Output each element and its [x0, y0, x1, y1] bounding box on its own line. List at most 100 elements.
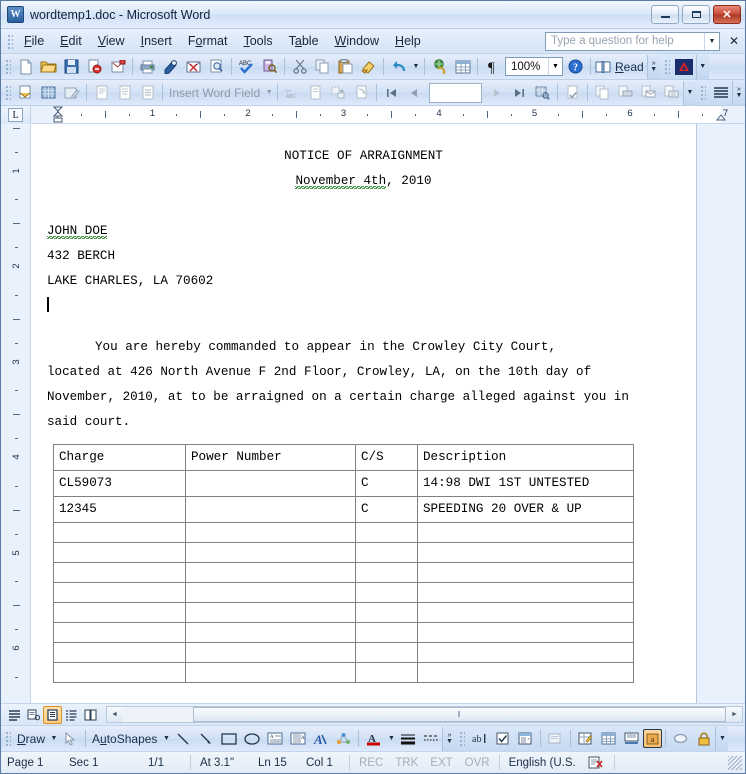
normal-view-icon[interactable] [5, 706, 24, 724]
open-data-source-icon[interactable] [37, 82, 60, 104]
form-field-options-icon[interactable] [544, 728, 567, 750]
table-row[interactable] [53, 542, 634, 563]
spelling-status-icon[interactable] [582, 755, 611, 770]
print-preview-icon[interactable] [159, 56, 182, 78]
horizontal-scrollbar[interactable]: ◄ ‖ ► [106, 706, 743, 723]
close-button[interactable]: ✕ [713, 5, 741, 24]
table-cell[interactable]: 14:98 DWI 1ST UNTESTED [417, 470, 634, 497]
draw-table-icon[interactable] [574, 728, 597, 750]
minimize-button[interactable] [651, 5, 679, 24]
merge-to-fax-icon[interactable] [660, 82, 683, 104]
maximize-button[interactable] [682, 5, 710, 24]
open-folder-icon[interactable] [37, 56, 60, 78]
table-row[interactable] [53, 522, 634, 543]
insert-merge-fields-icon[interactable] [136, 82, 159, 104]
last-record-icon[interactable] [508, 82, 531, 104]
menu-insert[interactable]: Insert [133, 31, 180, 51]
next-record-icon[interactable] [485, 82, 508, 104]
propagate-labels-icon[interactable] [350, 82, 373, 104]
table-cell[interactable] [355, 542, 418, 563]
formatting-toolbar-overflow[interactable]: » ▼ [732, 80, 745, 105]
table-row[interactable] [53, 582, 634, 603]
table-cell[interactable] [185, 642, 356, 663]
scroll-thumb[interactable]: ‖ [193, 707, 726, 722]
paste-icon[interactable] [334, 56, 357, 78]
horizontal-ruler[interactable]: 1234567 [31, 106, 745, 124]
form-field-shading-icon[interactable]: a [643, 729, 663, 748]
table-cell[interactable] [417, 562, 634, 583]
table-cell[interactable] [53, 522, 186, 543]
tab-stop-selector[interactable]: L [1, 106, 31, 124]
table-cell[interactable] [185, 622, 356, 643]
check-box-form-field-icon[interactable] [491, 728, 514, 750]
highlight-merge-fields-icon[interactable] [304, 82, 327, 104]
select-objects-icon[interactable] [59, 728, 82, 750]
drawing-toolbar-grip[interactable] [4, 730, 11, 747]
status-rec[interactable]: REC [353, 757, 389, 769]
acrobat-pdf-icon[interactable] [673, 56, 696, 78]
drawing-toolbar-overflow[interactable]: » ▼ [442, 726, 456, 751]
table-row[interactable]: 12345 C SPEEDING 20 OVER & UP [53, 496, 634, 523]
table-cell[interactable] [355, 582, 418, 603]
forms-toolbar-grip[interactable] [458, 730, 466, 747]
scroll-left-icon[interactable]: ◄ [107, 707, 122, 722]
insert-address-block-icon[interactable] [90, 82, 113, 104]
oval-icon[interactable] [240, 728, 263, 750]
drop-down-form-field-icon[interactable] [514, 728, 537, 750]
menu-help[interactable]: Help [387, 31, 429, 51]
table-row[interactable] [53, 602, 634, 623]
table-cell[interactable] [185, 562, 356, 583]
table-cell[interactable] [53, 662, 186, 683]
undo-dropdown-icon[interactable]: ▼ [410, 56, 421, 78]
charges-table[interactable]: Charge Power Number C/S Description CL59073 C… [53, 444, 634, 683]
forms-toolbar-overflow[interactable]: ▼ [715, 726, 729, 751]
web-layout-icon[interactable] [24, 706, 43, 724]
table-header-cell[interactable]: Description [417, 444, 634, 471]
document-text[interactable]: NOTICE OF ARRAIGNMENT November 4th, 2010… [31, 124, 696, 703]
autoshapes-dropdown-icon[interactable]: ▼ [160, 728, 171, 750]
first-record-icon[interactable] [380, 82, 403, 104]
formatting-toolbar-grip[interactable] [699, 84, 706, 101]
arrow-icon[interactable] [194, 728, 217, 750]
chevron-down-icon[interactable]: ▼ [548, 58, 562, 75]
protect-form-icon[interactable] [692, 728, 715, 750]
research-icon[interactable] [258, 56, 281, 78]
status-trk[interactable]: TRK [389, 757, 424, 769]
diagram-icon[interactable] [332, 728, 355, 750]
read-button-label[interactable]: Read [612, 60, 647, 74]
reading-layout-view-icon[interactable] [81, 706, 100, 724]
status-ovr[interactable]: OVR [459, 757, 496, 769]
standard-toolbar-overflow[interactable]: » ▼ [646, 54, 660, 79]
table-row[interactable] [53, 662, 634, 683]
table-cell[interactable] [185, 470, 356, 497]
table-cell[interactable] [417, 662, 634, 683]
table-cell[interactable] [417, 642, 634, 663]
menu-format[interactable]: Format [180, 31, 236, 51]
insert-word-field-label[interactable]: Insert Word Field [166, 86, 263, 100]
acrobat-toolbar-overflow[interactable]: ▼ [695, 54, 709, 79]
left-indent-marker-icon[interactable] [53, 106, 63, 123]
table-cell[interactable]: C [355, 470, 418, 497]
document-area[interactable]: NOTICE OF ARRAIGNMENT November 4th, 2010… [31, 124, 745, 703]
outline-view-icon[interactable] [62, 706, 81, 724]
insert-table-forms-icon[interactable] [597, 728, 620, 750]
mailmerge-toolbar-overflow[interactable]: ▼ [683, 80, 696, 105]
reading-layout-icon[interactable] [594, 56, 612, 78]
table-cell[interactable] [185, 542, 356, 563]
table-cell[interactable] [417, 542, 634, 563]
font-color-dropdown-icon[interactable]: ▼ [385, 728, 396, 750]
match-fields-icon[interactable] [327, 82, 350, 104]
standard-toolbar-grip[interactable] [4, 58, 11, 75]
insert-word-field-dropdown-icon[interactable]: ▼ [263, 82, 274, 104]
insert-table-icon[interactable] [451, 56, 474, 78]
check-errors-icon[interactable] [561, 82, 584, 104]
table-cell[interactable] [355, 562, 418, 583]
copy-icon[interactable] [311, 56, 334, 78]
table-row[interactable]: CL59073 C 14:98 DWI 1ST UNTESTED [53, 470, 634, 497]
cut-icon[interactable] [288, 56, 311, 78]
spelling-check-icon[interactable]: ABC [235, 56, 258, 78]
previous-record-icon[interactable] [403, 82, 426, 104]
print-icon[interactable] [136, 56, 159, 78]
rectangle-icon[interactable] [217, 728, 240, 750]
acrobat-toolbar-grip[interactable] [662, 58, 670, 75]
